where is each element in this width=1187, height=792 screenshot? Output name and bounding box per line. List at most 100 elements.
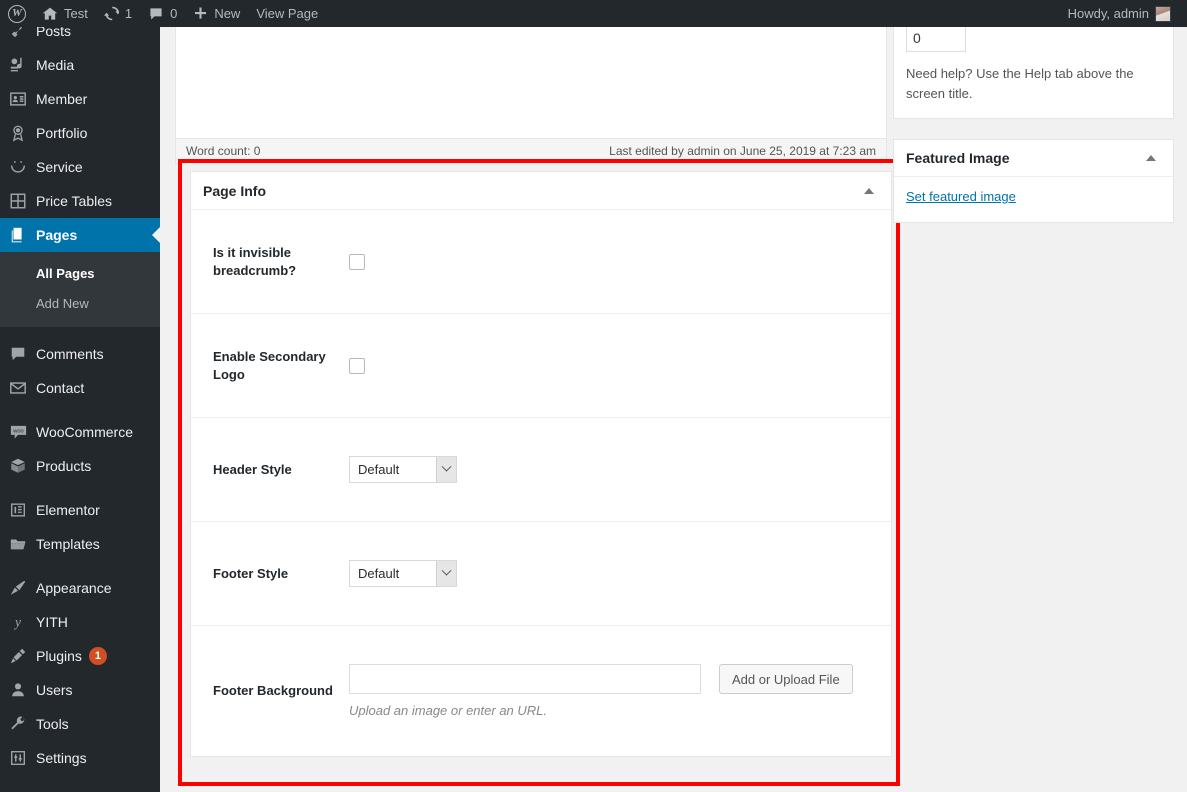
sidebar-item-label: Portfolio — [36, 124, 87, 142]
new-content-button[interactable]: New — [185, 0, 248, 27]
sidebar-subitem-all-pages[interactable]: All Pages — [0, 259, 160, 289]
woocommerce-icon: woo — [0, 423, 36, 442]
grid-table-icon — [0, 192, 36, 210]
user-icon — [0, 681, 36, 699]
footer-style-select[interactable]: Default — [349, 560, 457, 587]
featured-image-header[interactable]: Featured Image — [894, 140, 1173, 177]
field-label: Enable Secondary Logo — [213, 348, 349, 384]
comment-bubble-icon — [0, 345, 36, 363]
elementor-icon — [0, 501, 36, 519]
box-icon — [0, 457, 36, 475]
comments-count: 0 — [170, 6, 177, 21]
side-spacer — [893, 119, 1174, 139]
plus-icon — [193, 6, 208, 21]
editor-canvas[interactable] — [176, 27, 886, 138]
wordpress-logo-button[interactable]: W — [0, 0, 34, 27]
footer-background-input[interactable] — [349, 664, 701, 694]
enable-secondary-logo-checkbox[interactable] — [349, 358, 365, 374]
page-info-header[interactable]: Page Info — [191, 172, 891, 210]
sidebar-item-label: Pages — [36, 226, 77, 244]
page-title: Page Info — [203, 183, 266, 199]
menu-separator — [0, 405, 160, 415]
sidebar-item-label: Templates — [36, 535, 100, 553]
sidebar-subitem-add-new[interactable]: Add New — [0, 289, 160, 319]
sidebar-item-label: Products — [36, 457, 91, 475]
help-text: Need help? Use the Help tab above the sc… — [906, 64, 1161, 104]
sidebar-item-portfolio[interactable]: Portfolio — [0, 116, 160, 150]
sidebar-item-contact[interactable]: Contact — [0, 371, 160, 405]
field-control — [349, 358, 869, 374]
add-or-upload-file-button[interactable]: Add or Upload File — [719, 664, 853, 694]
comments-button[interactable]: 0 — [140, 0, 185, 27]
updates-button[interactable]: 1 — [96, 0, 140, 27]
sidebar-item-label: Price Tables — [36, 192, 112, 210]
view-page-label: View Page — [256, 6, 318, 21]
wordpress-logo-icon: W — [8, 5, 26, 23]
howdy-label: Howdy, admin — [1068, 6, 1149, 21]
sidebar-item-media[interactable]: Media — [0, 48, 160, 82]
sidebar-item-woocommerce[interactable]: woo WooCommerce — [0, 415, 160, 449]
sidebar-item-products[interactable]: Products — [0, 449, 160, 483]
sidebar-item-yith[interactable]: y YITH — [0, 605, 160, 639]
field-label: Header Style — [213, 461, 349, 479]
field-row-enable-secondary-logo: Enable Secondary Logo — [191, 314, 891, 418]
menu-separator — [0, 483, 160, 493]
sidebar-item-label: Contact — [36, 379, 84, 397]
set-featured-image-link[interactable]: Set featured image — [906, 189, 1016, 204]
sidebar-item-pages[interactable]: Pages — [0, 218, 160, 252]
site-name-label: Test — [64, 6, 88, 21]
featured-image-body: Set featured image — [894, 177, 1173, 222]
sidebar-item-plugins[interactable]: Plugins 1 — [0, 639, 160, 673]
excerpt-metabox: Need help? Use the Help tab above the sc… — [893, 27, 1174, 119]
sidebar-item-label: Appearance — [36, 579, 112, 597]
header-style-select[interactable]: Default — [349, 456, 457, 483]
menu-separator — [0, 775, 160, 785]
field-row-header-style: Header Style Default — [191, 418, 891, 522]
featured-image-metabox: Featured Image Set featured image — [893, 139, 1174, 223]
sidebar-item-price-tables[interactable]: Price Tables — [0, 184, 160, 218]
sidebar-item-label: Member — [36, 90, 87, 108]
sidebar-item-settings[interactable]: Settings — [0, 741, 160, 775]
page-info-highlight: Page Info Is it invisible breadcrumb? En… — [178, 159, 900, 786]
side-column: Need help? Use the Help tab above the sc… — [893, 27, 1174, 223]
sidebar-item-appearance[interactable]: Appearance — [0, 571, 160, 605]
site-name-button[interactable]: Test — [34, 0, 96, 27]
field-control: Default — [349, 560, 869, 587]
field-control: Add or Upload File Upload an image or en… — [349, 664, 869, 718]
svg-text:y: y — [13, 615, 21, 630]
admin-bar: W Test 1 0 New View Page Howdy, admin — [0, 0, 1187, 27]
field-row-footer-background: Footer Background Add or Upload File Upl… — [191, 626, 891, 756]
sidebar-item-label: Users — [36, 681, 73, 699]
sidebar-item-templates[interactable]: Templates — [0, 527, 160, 561]
plugins-update-badge: 1 — [89, 647, 107, 665]
sidebar-item-users[interactable]: Users — [0, 673, 160, 707]
menu-separator — [0, 561, 160, 571]
main-column: Word count: 0 Last edited by admin on Ju… — [175, 27, 887, 164]
sidebar-item-mailchimp-for-wp[interactable]: Mailchimp for WP — [0, 785, 160, 792]
field-row-footer-style: Footer Style Default — [191, 522, 891, 626]
word-count-label: Word count: 0 — [186, 144, 260, 158]
plug-icon — [0, 647, 36, 665]
field-label: Is it invisible breadcrumb? — [213, 244, 349, 280]
invisible-breadcrumb-checkbox[interactable] — [349, 254, 365, 270]
sidebar-item-elementor[interactable]: Elementor — [0, 493, 160, 527]
field-label: Footer Background — [213, 682, 349, 700]
sidebar-item-tools[interactable]: Tools — [0, 707, 160, 741]
howdy-user-menu[interactable]: Howdy, admin — [1060, 0, 1179, 27]
yith-icon: y — [0, 613, 36, 631]
sidebar-item-service[interactable]: Service — [0, 150, 160, 184]
view-page-button[interactable]: View Page — [248, 0, 326, 27]
sidebar-item-label: Media — [36, 56, 74, 74]
sidebar-item-label: Comments — [36, 345, 104, 363]
triangle-up-icon[interactable] — [1141, 148, 1161, 168]
sidebar-item-label: Tools — [36, 715, 69, 733]
excerpt-number-input[interactable] — [906, 27, 966, 52]
media-icon — [0, 56, 36, 74]
home-icon — [42, 6, 58, 22]
smiley-icon — [0, 158, 36, 176]
new-content-label: New — [214, 6, 240, 21]
sidebar-item-member[interactable]: Member — [0, 82, 160, 116]
triangle-up-icon[interactable] — [859, 181, 879, 201]
sidebar-item-comments[interactable]: Comments — [0, 337, 160, 371]
member-card-icon — [0, 90, 36, 108]
